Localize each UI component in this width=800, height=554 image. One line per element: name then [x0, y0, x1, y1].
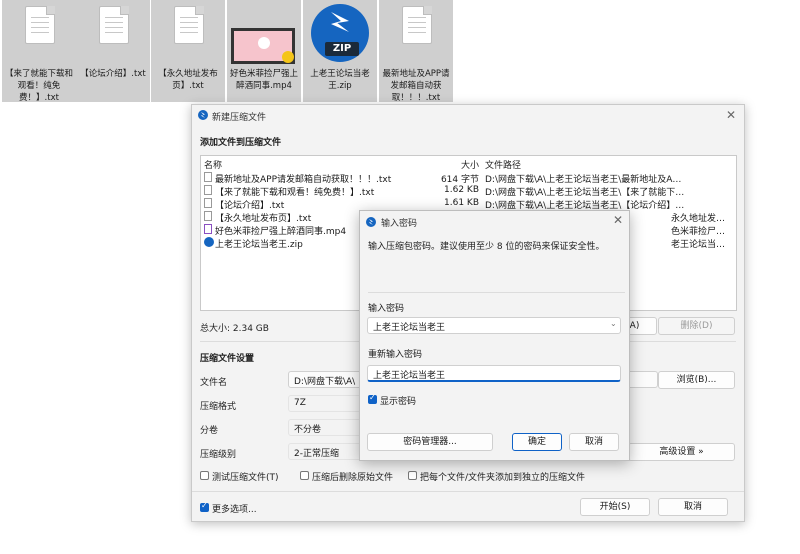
desktop-file-label: 最新地址及APP请发邮箱自动获取！！！.txt — [382, 69, 450, 103]
text-file-icon — [93, 4, 133, 62]
desktop-file-4[interactable]: 好色米菲捡尸强上醉酒同事.mp4 — [227, 0, 301, 102]
reenter-password-input[interactable]: 上老王论坛当老王 — [367, 365, 621, 382]
show-password-checkbox[interactable] — [368, 393, 377, 404]
more-options-label[interactable]: 更多选项... — [212, 502, 257, 515]
text-file-icon — [168, 4, 208, 62]
format-select[interactable]: 7Z — [288, 395, 362, 412]
zip-archive-icon: ZIP — [311, 4, 369, 62]
divider — [368, 292, 625, 293]
filename-label: 文件名 — [200, 378, 228, 388]
bandizip-app-icon — [198, 110, 208, 120]
start-button[interactable]: 开始(S) — [580, 498, 650, 516]
desktop-file-label: 【论坛介绍】.txt — [80, 69, 146, 79]
text-file-icon — [204, 185, 212, 195]
ok-button[interactable]: 确定 — [512, 433, 562, 451]
video-file-icon — [204, 224, 212, 234]
password-manager-button[interactable]: 密码管理器... — [367, 433, 493, 451]
row-path: 老王论坛当… — [671, 240, 726, 250]
bandizip-app-icon — [366, 217, 376, 227]
password-dialog: 输入密码 ✕ 输入压缩包密码。建议使用至少 8 位的密码来保证安全性。 输入密码… — [359, 210, 630, 461]
desktop-file-2[interactable]: 【论坛介绍】.txt — [76, 0, 150, 102]
text-file-icon — [396, 4, 436, 62]
text-file-icon — [19, 4, 59, 62]
desktop-file-5[interactable]: ZIP 上老王论坛当老王.zip — [303, 0, 377, 102]
desktop-file-label: 好色米菲捡尸强上醉酒同事.mp4 — [229, 69, 298, 91]
text-file-icon — [204, 211, 212, 221]
reenter-password-label: 重新输入密码 — [368, 350, 423, 360]
column-header-size[interactable]: 大小 — [461, 158, 479, 171]
split-label: 分卷 — [200, 426, 219, 436]
window-titlebar: 新建压缩文件 ✕ — [192, 105, 744, 127]
desktop-file-label: 【永久地址发布页】.txt — [158, 69, 218, 91]
table-row[interactable]: 【论坛介绍】.txt 1.61 KB D:\网盘下载\A\上老王论坛当老王\【论… — [201, 197, 736, 211]
separate-archives-label[interactable]: 把每个文件/文件夹添加到独立的压缩文件 — [420, 470, 585, 483]
delete-button[interactable]: 删除(D) — [658, 317, 735, 335]
row-size: 1.62 KB — [444, 185, 479, 195]
cancel-button[interactable]: 取消 — [658, 498, 728, 516]
advanced-settings-button[interactable]: 高级设置 » — [628, 443, 735, 461]
column-header-name[interactable]: 名称 — [204, 158, 222, 171]
total-size: 总大小: 2.34 GB — [200, 324, 269, 334]
browse-button[interactable]: 浏览(B)... — [658, 371, 735, 389]
enter-password-label: 输入密码 — [368, 304, 405, 314]
chevron-down-icon[interactable]: ⌄ — [610, 319, 617, 328]
zip-badge: ZIP — [325, 42, 359, 56]
row-size: 1.61 KB — [444, 198, 479, 208]
zip-file-icon — [204, 237, 214, 247]
test-archive-label[interactable]: 测试压缩文件(T) — [212, 470, 279, 483]
text-file-icon — [204, 172, 212, 182]
desktop-file-3[interactable]: 【永久地址发布页】.txt — [151, 0, 225, 102]
add-files-heading: 添加文件到压缩文件 — [200, 138, 282, 148]
level-label: 压缩级别 — [200, 450, 237, 460]
split-select[interactable]: 不分卷 — [288, 419, 362, 436]
password-input[interactable]: 上老王论坛当老王 — [367, 317, 621, 334]
desktop-file-6[interactable]: 最新地址及APP请发邮箱自动获取！！！.txt — [379, 0, 453, 103]
table-row[interactable]: 【来了就能下载和观看！纯免费！】.txt 1.62 KB D:\网盘下载\A\上… — [201, 184, 736, 198]
settings-heading: 压缩文件设置 — [200, 354, 255, 364]
table-row[interactable]: 最新地址及APP请发邮箱自动获取！！！.txt 614 字节 D:\网盘下载\A… — [201, 171, 736, 185]
video-thumbnail-icon — [231, 28, 295, 64]
text-file-icon — [204, 198, 212, 208]
dialog-cancel-button[interactable]: 取消 — [569, 433, 619, 451]
delete-source-label[interactable]: 压缩后删除原始文件 — [312, 470, 393, 483]
format-label: 压缩格式 — [200, 402, 237, 412]
close-icon[interactable]: ✕ — [726, 108, 736, 122]
desktop-file-1[interactable]: 【来了就能下载和观看！纯免费！】.txt — [2, 0, 76, 103]
divider — [192, 491, 744, 492]
dialog-description: 输入压缩包密码。建议使用至少 8 位的密码来保证安全性。 — [368, 242, 605, 252]
dialog-title: 输入密码 — [381, 219, 418, 229]
desktop-file-label: 【来了就能下载和观看！纯免费！】.txt — [4, 69, 73, 103]
delete-source-checkbox[interactable] — [300, 471, 309, 480]
show-password-label[interactable]: 显示密码 — [380, 394, 416, 407]
test-archive-checkbox[interactable] — [200, 471, 209, 480]
desktop-file-label: 上老王论坛当老王.zip — [310, 69, 370, 91]
level-select[interactable]: 2-正常压缩 — [288, 443, 362, 460]
separate-archives-checkbox[interactable] — [408, 471, 417, 480]
more-options-checkbox[interactable] — [200, 501, 209, 512]
close-icon[interactable]: ✕ — [613, 213, 623, 227]
window-title: 新建压缩文件 — [212, 113, 267, 123]
column-header-path[interactable]: 文件路径 — [485, 158, 521, 171]
